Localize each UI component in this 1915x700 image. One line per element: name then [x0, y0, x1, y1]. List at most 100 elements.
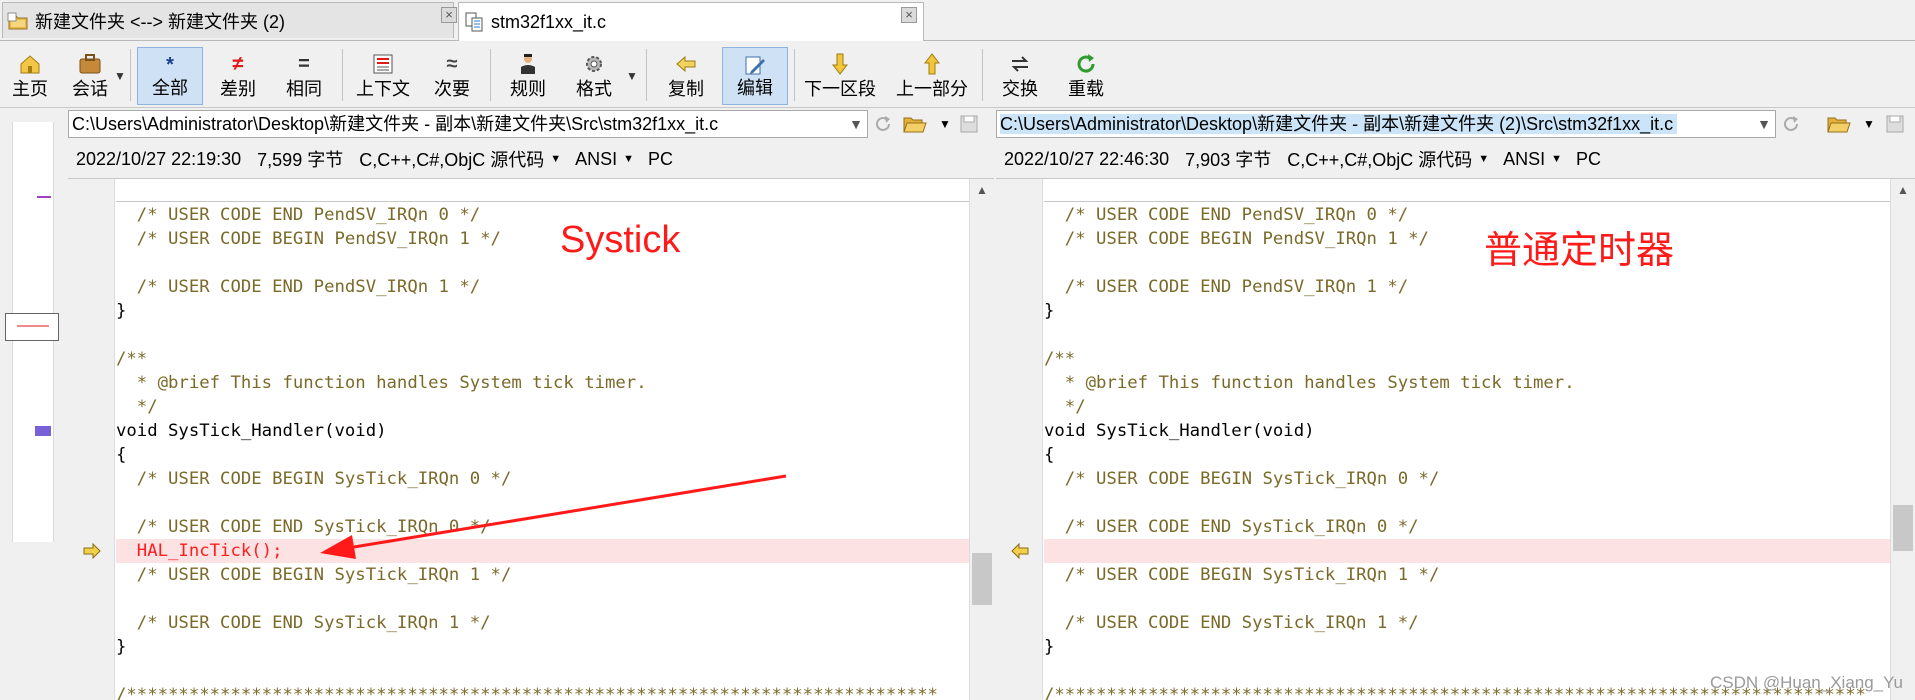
code-line[interactable]: void SysTick_Handler(void) [1044, 419, 1891, 443]
chevron-down-icon[interactable]: ▼ [849, 111, 863, 137]
code-line[interactable]: } [1044, 635, 1891, 659]
code-line[interactable]: /* USER CODE BEGIN SysTick_IRQn 0 */ [116, 467, 970, 491]
chevron-down-icon[interactable]: ▼ [114, 69, 126, 83]
chevron-down-icon[interactable]: ▼ [1856, 112, 1882, 136]
right-language[interactable]: C,C++,C#,ObjC 源代码 [1287, 146, 1472, 172]
refresh-icon[interactable] [1778, 112, 1804, 136]
minor-button[interactable]: ≈ 次要 [424, 47, 480, 105]
save-icon[interactable] [1882, 112, 1908, 136]
chevron-down-icon[interactable]: ▼ [626, 69, 638, 83]
refresh-icon[interactable] [870, 112, 896, 136]
left-language[interactable]: C,C++,C#,ObjC 源代码 [359, 146, 544, 172]
code-line[interactable]: } [116, 299, 970, 323]
left-path-input[interactable]: C:\Users\Administrator\Desktop\新建文件夹 - 副… [68, 110, 868, 138]
reload-button[interactable]: 重载 [1056, 47, 1116, 105]
code-line[interactable] [116, 323, 970, 347]
code-line[interactable]: * @brief This function handles System ti… [1044, 371, 1891, 395]
overview-strip[interactable] [5, 122, 59, 542]
scroll-up-icon[interactable]: ▲ [970, 183, 994, 197]
chevron-down-icon[interactable]: ▼ [1551, 153, 1562, 165]
code-line[interactable] [116, 251, 970, 275]
code-line[interactable]: /* USER CODE BEGIN SysTick_IRQn 0 */ [1044, 467, 1891, 491]
copy-button[interactable]: 复制 [656, 47, 716, 105]
save-icon[interactable] [956, 112, 982, 136]
code-line[interactable] [1044, 539, 1891, 563]
right-code-area[interactable]: /* USER CODE END PendSV_IRQn 0 */ /* USE… [1044, 179, 1891, 700]
left-line-ending[interactable]: PC [648, 149, 673, 170]
code-line[interactable] [116, 587, 970, 611]
rules-button[interactable]: 规则 [500, 47, 556, 105]
code-line[interactable]: void SysTick_Handler(void) [116, 419, 970, 443]
code-line[interactable]: HAL_IncTick(); [116, 539, 970, 563]
show-all-button[interactable]: * 全部 [137, 47, 203, 105]
code-line[interactable]: /** [116, 347, 970, 371]
code-line[interactable] [1044, 587, 1891, 611]
code-line[interactable]: { [1044, 443, 1891, 467]
right-annotation: 普通定时器 [1484, 230, 1675, 272]
right-line-ending[interactable]: PC [1576, 149, 1601, 170]
code-line[interactable]: /* USER CODE END SysTick_IRQn 1 */ [1044, 611, 1891, 635]
code-line[interactable]: * @brief This function handles System ti… [116, 371, 970, 395]
code-line[interactable]: /* USER CODE END SysTick_IRQn 0 */ [116, 515, 970, 539]
left-scroll-thumb[interactable] [972, 553, 992, 605]
code-line[interactable]: /* USER CODE END PendSV_IRQn 0 */ [1044, 203, 1891, 227]
arrow-right-icon[interactable] [82, 543, 102, 559]
swap-button[interactable]: 交换 [990, 47, 1050, 105]
open-folder-icon[interactable] [1826, 112, 1852, 136]
right-editor[interactable]: /* USER CODE END PendSV_IRQn 0 */ /* USE… [996, 178, 1915, 700]
code-line[interactable] [1044, 491, 1891, 515]
code-line[interactable]: /** [1044, 347, 1891, 371]
code-line[interactable] [1044, 323, 1891, 347]
code-line[interactable]: /* USER CODE END PendSV_IRQn 1 */ [116, 275, 970, 299]
code-line[interactable]: */ [116, 395, 970, 419]
code-line[interactable]: /* USER CODE BEGIN SysTick_IRQn 1 */ [116, 563, 970, 587]
show-diff-button[interactable]: ≠ 差别 [210, 47, 266, 105]
code-line[interactable]: /* USER CODE END SysTick_IRQn 1 */ [116, 611, 970, 635]
right-scrollbar[interactable]: ▲ [1890, 179, 1915, 700]
format-button[interactable]: 格式 [566, 47, 622, 105]
code-line[interactable]: /* USER CODE END PendSV_IRQn 0 */ [116, 203, 970, 227]
session-button[interactable]: 会话 [64, 47, 116, 105]
code-line[interactable]: } [116, 635, 970, 659]
chevron-down-icon[interactable]: ▼ [932, 112, 958, 136]
next-section-button[interactable]: 下一区段 [800, 47, 880, 105]
open-folder-icon[interactable] [902, 112, 928, 136]
right-path-input[interactable]: C:\Users\Administrator\Desktop\新建文件夹 - 副… [996, 110, 1776, 138]
right-encoding[interactable]: ANSI [1503, 149, 1545, 170]
code-line[interactable]: /* USER CODE BEGIN PendSV_IRQn 1 */ [116, 227, 970, 251]
left-editor[interactable]: /* USER CODE END PendSV_IRQn 0 */ /* USE… [68, 178, 994, 700]
left-scrollbar[interactable]: ▲ [969, 179, 994, 700]
code-line[interactable]: { [116, 443, 970, 467]
context-button[interactable]: 上下文 [352, 47, 414, 105]
left-encoding[interactable]: ANSI [575, 149, 617, 170]
left-code-area[interactable]: /* USER CODE END PendSV_IRQn 0 */ /* USE… [116, 179, 970, 700]
edit-button[interactable]: 编辑 [722, 47, 788, 105]
code-line[interactable]: /* USER CODE END SysTick_IRQn 0 */ [1044, 515, 1891, 539]
toolbar-separator [130, 49, 131, 101]
code-line[interactable] [116, 659, 970, 683]
code-line[interactable]: /* USER CODE END PendSV_IRQn 1 */ [1044, 275, 1891, 299]
overview-viewport[interactable] [5, 313, 59, 341]
arrow-left-icon[interactable] [1010, 543, 1030, 559]
chevron-down-icon[interactable]: ▼ [550, 153, 561, 165]
close-icon[interactable]: × [901, 7, 917, 23]
code-line[interactable] [116, 491, 970, 515]
scroll-up-icon[interactable]: ▲ [1891, 183, 1915, 197]
code-line[interactable]: */ [1044, 395, 1891, 419]
code-line[interactable]: } [1044, 299, 1891, 323]
chevron-down-icon[interactable]: ▼ [1478, 153, 1489, 165]
right-scroll-thumb[interactable] [1893, 505, 1913, 551]
code-line[interactable]: /* USER CODE BEGIN SysTick_IRQn 1 */ [1044, 563, 1891, 587]
chevron-down-icon[interactable]: ▼ [1757, 111, 1771, 137]
tab-file-compare[interactable]: stm32f1xx_it.c × [458, 2, 924, 41]
show-same-button[interactable]: = 相同 [276, 47, 332, 105]
prev-section-button[interactable]: 上一部分 [892, 47, 972, 105]
chevron-down-icon[interactable]: ▼ [623, 153, 634, 165]
close-icon[interactable]: × [441, 7, 457, 23]
diff-overview[interactable] [0, 108, 59, 699]
home-button[interactable]: 主页 [4, 47, 56, 105]
tab-folder-compare[interactable]: 新建文件夹 <--> 新建文件夹 (2) × [2, 2, 457, 38]
code-line[interactable]: /* USER CODE BEGIN PendSV_IRQn 1 */ [1044, 227, 1891, 251]
code-line[interactable]: /***************************************… [116, 683, 970, 700]
code-line[interactable] [1044, 251, 1891, 275]
